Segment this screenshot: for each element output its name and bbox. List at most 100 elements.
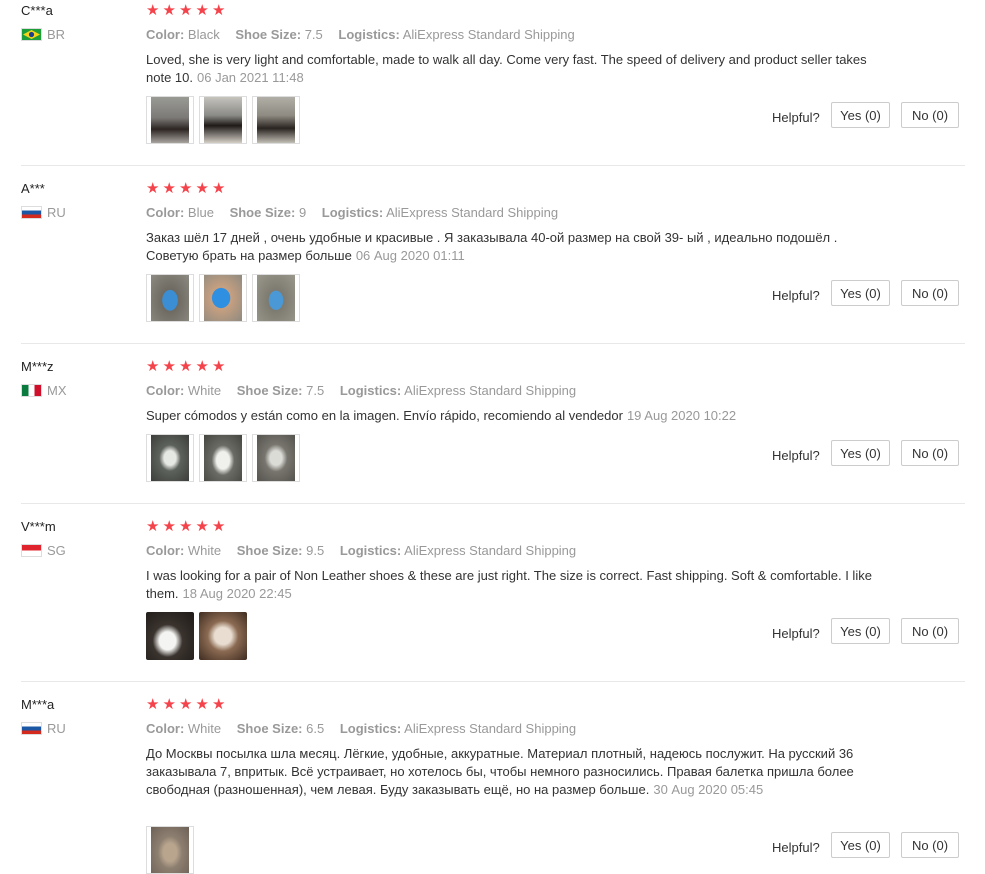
divider (21, 503, 965, 504)
star-icon: ★ (195, 2, 209, 19)
size-key: Shoe Size: (236, 383, 303, 398)
star-icon: ★ (146, 696, 160, 713)
star-icon: ★ (195, 518, 209, 535)
review-photo[interactable] (146, 434, 194, 482)
review-date: 30 Aug 2020 05:45 (653, 782, 764, 797)
review-text: До Москвы посылка шла месяц. Лёгкие, удо… (146, 745, 876, 799)
review-photos (146, 826, 194, 874)
divider (21, 681, 965, 682)
review-photo[interactable] (146, 96, 194, 144)
helpful-label: Helpful? (772, 448, 820, 463)
star-icon: ★ (179, 696, 193, 713)
logistics-value: AliExpress Standard Shipping (386, 205, 559, 220)
review-date: 18 Aug 2020 22:45 (182, 586, 292, 601)
star-icon: ★ (162, 180, 176, 197)
review-attributes: Color: White Shoe Size: 7.5 Logistics: A… (146, 383, 588, 398)
helpful-yes-button[interactable]: Yes (0) (831, 280, 890, 306)
country-code: BR (47, 27, 66, 42)
reviewer-name: C***a (21, 3, 53, 18)
size-value: 7.5 (306, 383, 325, 398)
star-icon: ★ (179, 358, 193, 375)
review-text: I was looking for a pair of Non Leather … (146, 567, 876, 603)
review-text: Super cómodos y están como en la imagen.… (146, 407, 876, 425)
color-value: Black (187, 27, 220, 42)
star-icon: ★ (162, 518, 176, 535)
helpful-yes-button[interactable]: Yes (0) (831, 440, 890, 466)
review-photo[interactable] (199, 434, 247, 482)
rating-stars: ★ ★ ★ ★ ★ (146, 519, 228, 534)
review-photo[interactable] (146, 274, 194, 322)
helpful-no-button[interactable]: No (0) (901, 618, 959, 644)
reviewer-name: M***a (21, 697, 55, 712)
helpful-label: Helpful? (772, 288, 820, 303)
country-code: RU (47, 721, 66, 736)
helpful-no-button[interactable]: No (0) (901, 280, 959, 306)
helpful-label: Helpful? (772, 626, 820, 641)
color-key: Color: (146, 543, 185, 558)
color-value: White (187, 721, 222, 736)
star-icon: ★ (162, 2, 176, 19)
size-key: Shoe Size: (229, 205, 296, 220)
logistics-key: Logistics: (339, 383, 402, 398)
size-value: 6.5 (306, 721, 325, 736)
review-photo[interactable] (199, 96, 247, 144)
review-attributes: Color: White Shoe Size: 9.5 Logistics: A… (146, 543, 588, 558)
helpful-no-button[interactable]: No (0) (901, 832, 959, 858)
logistics-key: Logistics: (321, 205, 384, 220)
star-icon: ★ (146, 2, 160, 19)
helpful-yes-button[interactable]: Yes (0) (831, 618, 890, 644)
review-text: Loved, she is very light and comfortable… (146, 51, 876, 87)
review-photo[interactable] (146, 826, 194, 874)
star-icon: ★ (146, 518, 160, 535)
reviewer-name: V***m (21, 519, 56, 534)
flag-ru-icon (21, 722, 42, 735)
review-attributes: Color: Black Shoe Size: 7.5 Logistics: A… (146, 27, 587, 42)
size-key: Shoe Size: (235, 27, 302, 42)
rating-stars: ★ ★ ★ ★ ★ (146, 697, 228, 712)
reviewer-country: RU (21, 721, 66, 736)
review-photo[interactable] (146, 612, 194, 660)
flag-br-icon (21, 28, 42, 41)
review-photo[interactable] (199, 274, 247, 322)
country-code: MX (47, 383, 67, 398)
review-date: 19 Aug 2020 10:22 (626, 408, 737, 423)
star-icon: ★ (179, 180, 193, 197)
review-photo[interactable] (252, 434, 300, 482)
logistics-key: Logistics: (339, 721, 402, 736)
helpful-label: Helpful? (772, 110, 820, 125)
review-photos (146, 96, 300, 144)
logistics-key: Logistics: (339, 543, 402, 558)
reviewer-country: RU (21, 205, 66, 220)
review-photo[interactable] (252, 274, 300, 322)
color-value: White (187, 543, 222, 558)
helpful-label: Helpful? (772, 840, 820, 855)
helpful-yes-button[interactable]: Yes (0) (831, 832, 890, 858)
color-value: White (187, 383, 222, 398)
logistics-key: Logistics: (338, 27, 400, 42)
color-value: Blue (187, 205, 214, 220)
reviewer-name: A*** (21, 181, 45, 196)
color-key: Color: (146, 383, 185, 398)
helpful-yes-button[interactable]: Yes (0) (831, 102, 890, 128)
star-icon: ★ (212, 180, 226, 197)
review-attributes: Color: White Shoe Size: 6.5 Logistics: A… (146, 721, 588, 736)
star-icon: ★ (212, 358, 226, 375)
logistics-value: AliExpress Standard Shipping (404, 721, 577, 736)
size-value: 9 (298, 205, 307, 220)
review-photos (146, 434, 300, 482)
logistics-value: AliExpress Standard Shipping (404, 543, 577, 558)
logistics-value: AliExpress Standard Shipping (402, 27, 575, 42)
review-body: Заказ шёл 17 дней , очень удобные и крас… (146, 230, 838, 263)
review-photo[interactable] (252, 96, 300, 144)
color-key: Color: (146, 27, 185, 42)
star-icon: ★ (179, 2, 193, 19)
size-key: Shoe Size: (236, 721, 303, 736)
star-icon: ★ (212, 696, 226, 713)
helpful-no-button[interactable]: No (0) (901, 102, 959, 128)
review-photo[interactable] (199, 612, 247, 660)
size-value: 9.5 (306, 543, 325, 558)
country-code: SG (47, 543, 66, 558)
helpful-no-button[interactable]: No (0) (901, 440, 959, 466)
review-photos (146, 274, 300, 322)
reviewer-country: BR (21, 27, 65, 42)
